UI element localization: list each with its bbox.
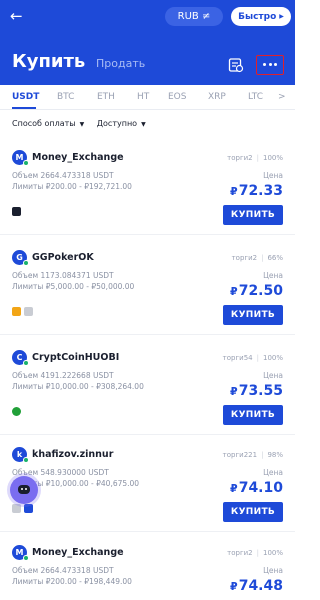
listing-card: k khafizov.zinnur торги221 | 98% Объем 548… xyxy=(0,447,295,532)
tab-xrp[interactable]: XRP xyxy=(208,91,226,103)
buy-button[interactable]: КУПИТЬ xyxy=(223,305,283,325)
payment-method-icon xyxy=(12,307,21,316)
avatar[interactable]: C xyxy=(12,350,29,366)
merchant-stats: торги221 | 98% xyxy=(222,451,283,459)
price-label: Цена xyxy=(263,566,283,575)
buy-button[interactable]: КУПИТЬ xyxy=(223,502,283,522)
price-label: Цена xyxy=(263,271,283,280)
caret-down-icon: ▼ xyxy=(141,121,146,128)
caret-down-icon: ▼ xyxy=(79,121,85,128)
price-label: Цена xyxy=(263,371,283,380)
payment-method-filter[interactable]: Способ оплаты xyxy=(12,119,76,128)
price-label: Цена xyxy=(263,171,283,180)
merchant-stats: торги2 | 100% xyxy=(227,549,283,557)
support-bot-icon[interactable] xyxy=(10,476,38,504)
price-value: ₽74.48 xyxy=(230,578,283,594)
orders-icon[interactable] xyxy=(228,57,244,73)
merchant-name[interactable]: Money_Exchange xyxy=(32,152,124,164)
avatar[interactable]: M xyxy=(12,150,29,166)
price-value: ₽73.55 xyxy=(230,383,283,399)
limits-text: Лимиты ₽200.00 - ₽198,449.00 xyxy=(12,577,132,586)
active-tab-indicator xyxy=(12,107,36,109)
volume-text: Объем 2664.473318 USDT xyxy=(12,171,114,180)
tab-eos[interactable]: EOS xyxy=(168,91,186,103)
caret-right-icon: ▶ xyxy=(279,13,284,20)
currency-selector-button[interactable]: RUB ≠ xyxy=(165,7,223,26)
listing-card: C CryptCoinHUOBI торги54 | 100% Объем 4191… xyxy=(0,350,295,435)
listing-card: M Money_Exchange торги2 | 100% Объем 2664.… xyxy=(0,150,295,235)
price-value: ₽72.50 xyxy=(230,283,283,299)
tab-usdt[interactable]: USDT xyxy=(12,91,39,103)
filter-bar: Способ оплаты ▼ Доступно ▼ xyxy=(12,119,156,130)
payment-method-icon xyxy=(12,207,21,216)
quick-mode-button[interactable]: Быстро ▶ xyxy=(231,7,291,26)
volume-text: Объем 4191.222668 USDT xyxy=(12,371,114,380)
payment-methods xyxy=(12,207,24,217)
price-label: Цена xyxy=(263,468,283,477)
merchant-stats: торги2 | 100% xyxy=(227,154,283,162)
merchant-stats: торги54 | 100% xyxy=(222,354,283,362)
volume-text: Объем 1173.084371 USDT xyxy=(12,271,114,280)
merchant-name[interactable]: Money_Exchange xyxy=(32,547,124,559)
payment-method-icon xyxy=(24,307,33,316)
sell-tab[interactable]: Продать xyxy=(96,57,145,71)
listing-card: M Money_Exchange торги2 | 100% Объем 2664.… xyxy=(0,545,295,600)
payment-methods xyxy=(12,504,36,514)
available-filter[interactable]: Доступно xyxy=(97,119,137,128)
back-arrow-icon[interactable]: ← xyxy=(10,7,23,25)
more-dots-icon[interactable] xyxy=(256,55,284,75)
listing-card: G GGPokerOK торги2 | 66% Объем 1173.084371… xyxy=(0,250,295,335)
payment-method-icon xyxy=(12,504,21,513)
merchant-name[interactable]: khafizov.zinnur xyxy=(32,449,113,461)
limits-text: Лимиты ₽5,000.00 - ₽50,000.00 xyxy=(12,282,135,291)
tab-ltc[interactable]: LTC xyxy=(248,91,263,103)
buy-button[interactable]: КУПИТЬ xyxy=(223,405,283,425)
buy-tab[interactable]: Купить xyxy=(12,51,85,73)
limits-text: Лимиты ₽200.00 - ₽192,721.00 xyxy=(12,182,132,191)
payment-method-icon xyxy=(24,504,33,513)
avatar[interactable]: k xyxy=(12,447,29,463)
coin-tabs: USDT BTC ETH HT EOS XRP LTC > xyxy=(0,85,295,110)
merchant-stats: торги2 | 66% xyxy=(231,254,283,262)
price-value: ₽74.10 xyxy=(230,480,283,496)
volume-text: Объем 2664.473318 USDT xyxy=(12,566,114,575)
tabs-scroll-right-icon[interactable]: > xyxy=(278,91,286,103)
header: ← RUB ≠ Быстро ▶ Купить Продать xyxy=(0,0,295,85)
tab-btc[interactable]: BTC xyxy=(57,91,74,103)
buy-button[interactable]: КУПИТЬ xyxy=(223,205,283,225)
payment-methods xyxy=(12,307,36,317)
avatar[interactable]: G xyxy=(12,250,29,266)
payment-method-icon xyxy=(12,407,21,416)
tab-ht[interactable]: HT xyxy=(137,91,149,103)
quick-mode-label: Быстро xyxy=(238,12,277,22)
tab-eth[interactable]: ETH xyxy=(97,91,115,103)
avatar[interactable]: M xyxy=(12,545,29,561)
payment-methods xyxy=(12,407,24,417)
price-value: ₽72.33 xyxy=(230,183,283,199)
limits-text: Лимиты ₽10,000.00 - ₽308,264.00 xyxy=(12,382,144,391)
merchant-name[interactable]: CryptCoinHUOBI xyxy=(32,352,119,364)
merchant-name[interactable]: GGPokerOK xyxy=(32,252,94,264)
